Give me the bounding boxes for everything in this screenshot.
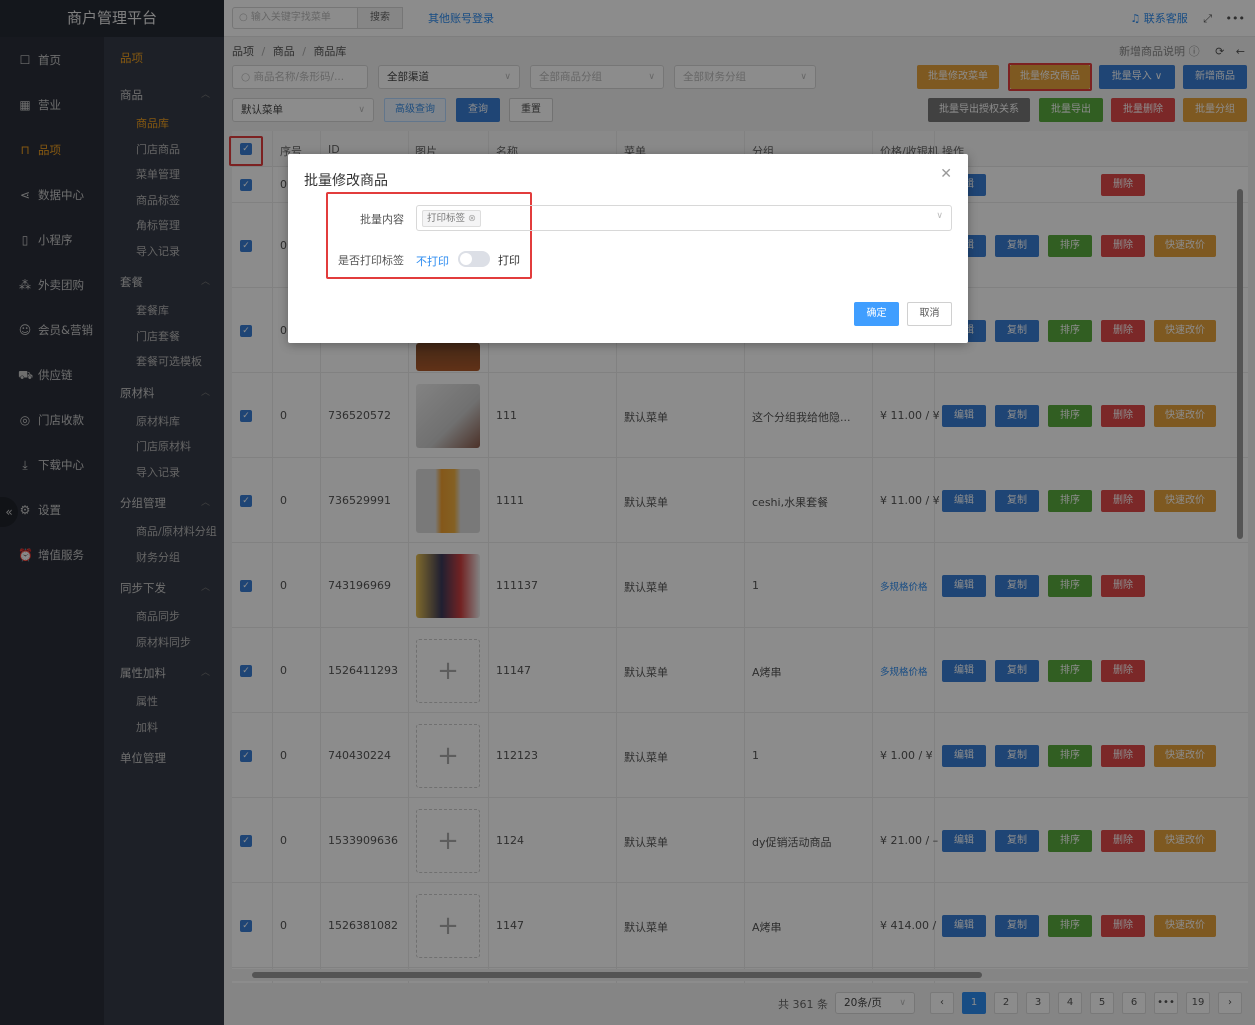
dialog-title: 批量修改商品 <box>304 173 388 189</box>
no-print-option[interactable]: 不打印 <box>416 253 449 269</box>
print-label-switch[interactable] <box>458 251 490 267</box>
chevron-down-icon: ∨ <box>936 211 943 221</box>
close-icon[interactable]: ✕ <box>940 166 952 182</box>
batch-content-select[interactable]: 打印标签 ⊗ ∨ <box>416 205 952 231</box>
print-label-tag: 打印标签 ⊗ <box>422 210 482 227</box>
print-label-question: 是否打印标签 <box>338 254 404 267</box>
switch-knob <box>460 253 472 265</box>
cancel-button[interactable]: 取消 <box>907 302 952 326</box>
print-option[interactable]: 打印 <box>498 252 520 268</box>
content-label: 批量内容 <box>360 213 404 226</box>
tag-close-icon[interactable]: ⊗ <box>468 213 476 224</box>
confirm-button[interactable]: 确定 <box>854 302 899 326</box>
batch-edit-goods-dialog: 批量修改商品 ✕ 批量内容 打印标签 ⊗ ∨ 是否打印标签 不打印 打印 确定 … <box>288 154 968 343</box>
